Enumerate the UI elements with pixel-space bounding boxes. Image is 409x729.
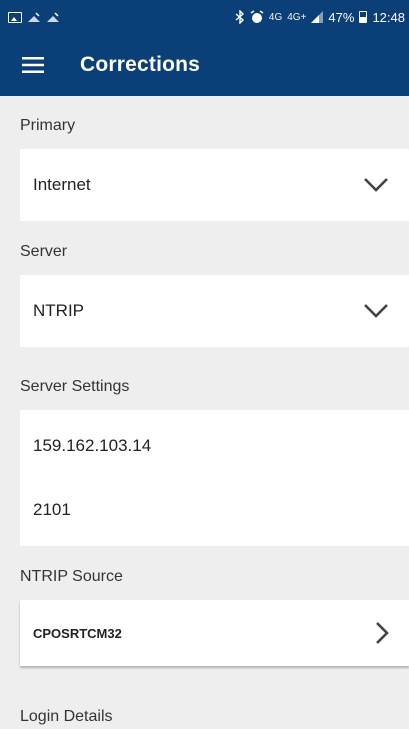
- bluetooth-icon: [235, 10, 244, 24]
- battery-icon: [359, 11, 368, 23]
- ntrip-source-label: NTRIP Source: [20, 568, 123, 585]
- server-value: NTRIP: [33, 301, 84, 320]
- clock-time: 12:48: [372, 9, 405, 25]
- page-title: Corrections: [80, 53, 201, 76]
- chevron-down-icon: [364, 304, 388, 318]
- network-type-2: 4G+: [287, 11, 307, 23]
- server-address-field[interactable]: 159.162.103.14: [20, 410, 409, 482]
- network-type-1: 4G: [268, 11, 283, 23]
- chevron-right-icon: [376, 622, 389, 644]
- gallery-notification-icon: [8, 11, 22, 23]
- ntrip-source-value: CPOSRTCM32: [33, 625, 122, 641]
- status-bar: 4G 4G+ 47% 12:48: [0, 0, 409, 34]
- server-settings-label: Server Settings: [20, 378, 130, 395]
- server-dropdown[interactable]: NTRIP: [20, 275, 409, 347]
- signal-notification-icon: [28, 12, 40, 22]
- server-port-field[interactable]: 2101: [20, 474, 409, 546]
- hamburger-icon: [22, 57, 44, 73]
- status-notifications: [8, 11, 60, 23]
- primary-dropdown[interactable]: Internet: [20, 149, 409, 221]
- primary-value: Internet: [33, 175, 91, 194]
- alarm-icon: [250, 10, 264, 23]
- ntrip-source-selector[interactable]: CPOSRTCM32: [20, 600, 409, 666]
- server-address-value: 159.162.103.14: [33, 436, 152, 455]
- server-label: Server: [20, 243, 68, 260]
- login-details-label: Login Details: [20, 708, 113, 725]
- primary-label: Primary: [20, 117, 76, 134]
- chevron-down-icon: [364, 178, 388, 192]
- server-port-value: 2101: [33, 500, 71, 519]
- battery-percent: 47%: [328, 9, 355, 25]
- menu-button[interactable]: [12, 44, 54, 86]
- app-bar: Corrections: [0, 34, 409, 96]
- status-indicators: 4G 4G+ 47% 12:48: [235, 10, 405, 25]
- signal-notification-icon-2: [47, 12, 59, 22]
- signal-strength-icon: [311, 11, 324, 23]
